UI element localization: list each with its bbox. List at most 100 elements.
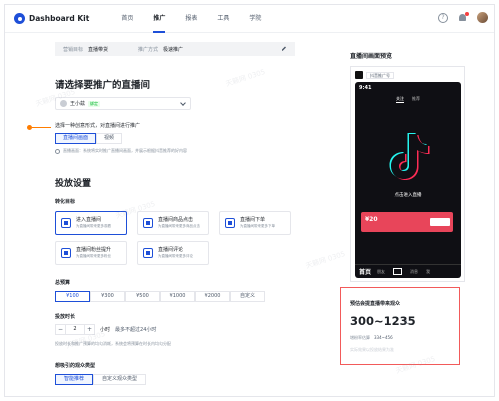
preview-title: 直播间画面预览 xyxy=(350,53,393,60)
conversion-card-product-click[interactable]: 直播间商品点击 为直播间带来更多商品点击 xyxy=(137,211,209,235)
card-title: 进入直播间 xyxy=(76,217,102,223)
watermark: 天籁网 0305 xyxy=(304,249,347,271)
nav-item-promotion[interactable]: 推广 xyxy=(143,5,175,33)
card-desc: 为直播间带来更多下单 xyxy=(240,224,275,228)
user-name: 王小茲 xyxy=(70,101,86,107)
tab-video[interactable]: 视频 xyxy=(96,133,123,144)
audience-option-custom[interactable]: 自定义观众类型 xyxy=(93,374,147,385)
budget-option-2000[interactable]: ¥2000 xyxy=(195,291,230,302)
estimate-title: 预估会提直播带来观众 xyxy=(350,301,401,307)
goal-value: 直播带货 xyxy=(88,46,109,53)
card-title: 直播间下单 xyxy=(240,217,266,223)
app-window: Dashboard Kit 首页 推广 报表 工具 学院 ? 营销目标 直播带货… xyxy=(4,4,495,397)
estimate-sub: 增粉率估算 334~456 xyxy=(350,335,393,341)
header-actions: ? xyxy=(428,11,488,23)
delivery-title: 投放设置 xyxy=(55,179,92,189)
card-title: 直播间粉丝提升 xyxy=(76,247,112,253)
decrement-button[interactable]: − xyxy=(55,324,66,335)
budget-option-500[interactable]: ¥500 xyxy=(125,291,160,302)
conversion-card-comment[interactable]: 直播间评论 为直播间带来更多评论 xyxy=(137,241,209,265)
tiktok-logo-icon xyxy=(389,133,430,180)
method-value: 极速推广 xyxy=(163,46,184,53)
budget-option-custom[interactable]: 自定义 xyxy=(230,291,265,302)
edit-icon[interactable] xyxy=(281,45,287,52)
phone-bottom-bar: 首页 朋友 消息 我 xyxy=(355,264,461,278)
notification-dot xyxy=(465,11,469,16)
phone-tab-follow: 关注 xyxy=(396,96,404,103)
phone-time: 9:41 xyxy=(359,85,372,91)
watermark: 天籁网 0305 xyxy=(224,67,267,89)
budget-option-1000[interactable]: ¥1000 xyxy=(160,291,195,302)
live-cta-text: 点击进入直播 xyxy=(394,193,422,198)
info-icon xyxy=(55,148,60,154)
duration-stepper: − 2 + 小时 最多不超过24小时 xyxy=(55,324,156,335)
conversion-card-enter-room[interactable]: 进入直播间 为直播间带来更多观看 xyxy=(55,211,127,235)
tab-live-screen[interactable]: 直播间画面 xyxy=(55,133,97,144)
conversion-label: 转化目标 xyxy=(55,199,76,205)
summary-bar: 营销目标 直播带货 推广方式 极速推广 xyxy=(55,42,295,56)
logo-icon xyxy=(14,13,25,24)
phone-nav-home: 首页 xyxy=(359,269,372,276)
nav-item-academy[interactable]: 学院 xyxy=(239,5,271,33)
nav-item-home[interactable]: 首页 xyxy=(111,5,143,33)
creative-note: 直播画面：系统将实时推广直播间画面，并展示根据抖音推荐的好内容 xyxy=(55,148,187,154)
avatar[interactable] xyxy=(477,12,488,23)
account-select[interactable]: 抖音推广号 xyxy=(366,71,394,79)
card-desc: 为直播间带来更多观看 xyxy=(76,224,111,228)
comment-icon xyxy=(143,248,153,258)
fans-icon xyxy=(61,248,71,258)
phone-nav-messages: 消息 xyxy=(410,268,419,274)
user-status-badge: 绑定 xyxy=(88,100,101,107)
duration-input[interactable]: 2 xyxy=(66,324,84,335)
step-indicator-line xyxy=(32,127,51,128)
creative-instruction: 选择一种创意形式，对直播间进行推广 xyxy=(55,123,141,129)
phone-tabs: 关注 推荐 xyxy=(355,96,461,103)
card-desc: 为直播间带来更多粉丝 xyxy=(76,254,111,258)
increment-button[interactable]: + xyxy=(84,324,95,335)
phone-mockup: 9:41 关注 推荐 点击进入直播 ¥20 首页 朋友 消息 我 xyxy=(355,82,461,278)
card-title: 直播间评论 xyxy=(158,247,184,253)
buy-button xyxy=(430,218,450,226)
live-room-title: 请选择要推广的直播间 xyxy=(55,80,151,91)
phone-nav-friends: 朋友 xyxy=(377,268,386,274)
estimate-sub-value: 334~456 xyxy=(374,335,393,340)
duration-note: 投放时长和推广预算的均匀消耗，系统会将预算在时长内均匀分配 xyxy=(55,341,171,346)
card-desc: 为直播间带来更多评论 xyxy=(158,254,193,258)
preview-account: 抖音推广号 xyxy=(355,70,394,80)
audience-option-smart[interactable]: 智能推荐 xyxy=(55,374,94,385)
budget-option-300[interactable]: ¥300 xyxy=(90,291,125,302)
live-room-select[interactable]: 王小茲 绑定 xyxy=(55,97,191,110)
phone-nav-me: 我 xyxy=(426,268,431,274)
user-avatar-icon xyxy=(60,100,67,107)
preview-card: 抖音推广号 9:41 关注 推荐 点击进入直播 ¥20 首页 朋友 消息 我 xyxy=(350,66,465,282)
budget-label: 总预算 xyxy=(55,280,71,286)
duration-label: 投放时长 xyxy=(55,314,76,320)
product-click-icon xyxy=(143,218,153,228)
duration-unit: 小时 xyxy=(100,327,111,333)
creative-note-text: 直播画面：系统将实时推广直播间画面，并展示根据抖音推荐的好内容 xyxy=(63,148,187,153)
audience-label: 想吸引的观众类型 xyxy=(55,363,96,369)
plus-icon xyxy=(393,268,403,275)
method-label: 推广方式 xyxy=(138,46,159,53)
nav-item-reports[interactable]: 报表 xyxy=(175,5,207,33)
help-icon[interactable]: ? xyxy=(438,12,448,23)
audience-estimate: 预估会提直播带来观众 300~1235 人 增粉率估算 334~456 实际效果以… xyxy=(340,287,460,365)
budget-option-100[interactable]: ¥100 xyxy=(55,291,90,302)
product-card: ¥20 xyxy=(361,212,453,232)
conversion-card-order[interactable]: 直播间下单 为直播间带来更多下单 xyxy=(219,211,291,235)
audience-options: 智能推荐 自定义观众类型 xyxy=(55,374,147,385)
brand-name: Dashboard Kit xyxy=(29,14,90,23)
product-price: ¥20 xyxy=(365,216,378,223)
card-desc: 为直播间带来更多商品点击 xyxy=(158,224,200,228)
enter-room-icon xyxy=(61,218,71,228)
phone-tab-recommend: 推荐 xyxy=(412,96,420,101)
crown-icon xyxy=(225,218,235,228)
goal-label: 营销目标 xyxy=(63,46,84,53)
estimate-unit: 人 xyxy=(404,321,409,326)
estimate-sub-label: 增粉率估算 xyxy=(350,335,370,340)
nav-item-tools[interactable]: 工具 xyxy=(207,5,239,33)
nav-menu: 首页 推广 报表 工具 学院 xyxy=(111,5,271,33)
conversion-card-fans[interactable]: 直播间粉丝提升 为直播间带来更多粉丝 xyxy=(55,241,127,265)
bell-icon[interactable] xyxy=(458,11,469,23)
card-title: 直播间商品点击 xyxy=(158,217,194,223)
